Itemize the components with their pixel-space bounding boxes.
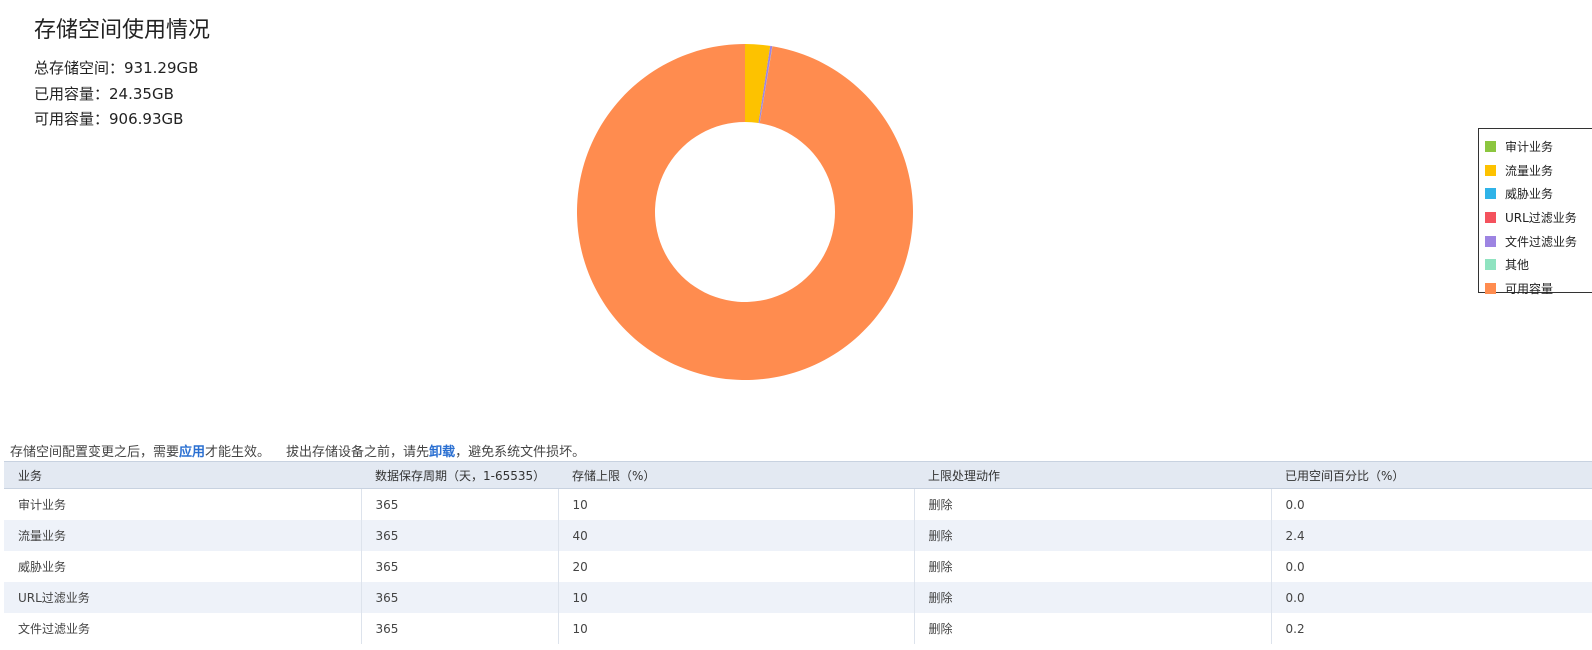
table-row[interactable]: URL过滤业务 365 10 删除 0.0	[4, 582, 1592, 613]
note-text: 存储空间配置变更之后，需要	[10, 445, 180, 460]
cell-service: URL过滤业务	[4, 582, 362, 613]
legend-label: 其他	[1505, 258, 1530, 273]
cell-service: 威胁业务	[4, 551, 362, 582]
table-row[interactable]: 审计业务 365 10 删除 0.0	[4, 488, 1592, 520]
table-row[interactable]: 流量业务 365 40 删除 2.4	[4, 520, 1592, 551]
cell-service: 文件过滤业务	[4, 613, 362, 644]
table-row[interactable]: 文件过滤业务 365 10 删除 0.2	[4, 613, 1592, 644]
cell-storage-limit[interactable]: 10	[558, 582, 915, 613]
cell-retention[interactable]: 365	[361, 613, 559, 644]
cell-service: 审计业务	[4, 488, 362, 520]
cell-retention[interactable]: 365	[361, 582, 559, 613]
config-note: 存储空间配置变更之后，需要应用才能生效。 拔出存储设备之前，请先卸载，避免系统文件…	[10, 441, 585, 460]
legend-swatch	[1485, 212, 1496, 224]
cell-limit-action[interactable]: 删除	[914, 551, 1272, 582]
legend-swatch	[1485, 188, 1496, 200]
column-header-storage-limit[interactable]: 存储上限（%）	[558, 461, 914, 489]
cell-limit-action[interactable]: 删除	[914, 613, 1272, 644]
chart-legend: 审计业务 流量业务 威胁业务 URL过滤业务 文件过滤业务 其他 可用容量	[1478, 128, 1592, 296]
column-header-retention[interactable]: 数据保存周期（天，1-65535）	[361, 461, 558, 489]
legend-swatch	[1485, 259, 1496, 271]
legend-item-audit[interactable]: 审计业务	[1479, 135, 1592, 159]
legend-label: URL过滤业务	[1505, 211, 1577, 226]
note-text: 拔出存储设备之前，请先	[286, 445, 430, 460]
cell-storage-limit[interactable]: 20	[558, 551, 915, 582]
cell-retention[interactable]: 365	[361, 551, 559, 582]
cell-used-percent: 2.4	[1271, 520, 1592, 551]
cell-retention[interactable]: 365	[361, 488, 559, 520]
legend-item-traffic[interactable]: 流量业务	[1479, 159, 1592, 183]
legend-swatch	[1485, 235, 1496, 247]
legend-label: 威胁业务	[1505, 187, 1554, 202]
legend-label: 可用容量	[1505, 281, 1554, 296]
legend-item-url-filter[interactable]: URL过滤业务	[1479, 206, 1592, 230]
column-header-service[interactable]: 业务	[4, 461, 361, 489]
cell-used-percent: 0.0	[1271, 582, 1592, 613]
legend-label: 流量业务	[1505, 163, 1554, 178]
cell-limit-action[interactable]: 删除	[914, 488, 1272, 520]
cell-used-percent: 0.2	[1285, 621, 1305, 636]
storage-config-table: 业务 数据保存周期（天，1-65535） 存储上限（%） 上限处理动作 已用空间…	[4, 461, 1592, 644]
cell-limit-action[interactable]: 删除	[914, 520, 1272, 551]
legend-label: 文件过滤业务	[1505, 234, 1578, 249]
legend-item-file-filter[interactable]: 文件过滤业务	[1479, 229, 1592, 253]
note-text: 才能生效。	[205, 445, 271, 460]
cell-storage-limit[interactable]: 10	[558, 613, 915, 644]
cell-limit-action[interactable]: 删除	[914, 582, 1272, 613]
legend-item-threat[interactable]: 威胁业务	[1479, 182, 1592, 206]
legend-item-free[interactable]: 可用容量	[1479, 277, 1592, 301]
cell-storage-limit[interactable]: 40	[558, 520, 915, 551]
apply-link[interactable]: 应用	[179, 445, 205, 460]
cell-used-percent: 0.0	[1285, 497, 1305, 512]
table-header-row: 业务 数据保存周期（天，1-65535） 存储上限（%） 上限处理动作 已用空间…	[4, 461, 1592, 489]
column-header-limit-action[interactable]: 上限处理动作	[914, 461, 1271, 489]
storage-donut-chart	[576, 44, 913, 380]
storage-page: 存储空间使用情况 总存储空间：931.29GB 已用容量：24.35GB 可用容…	[0, 0, 1592, 650]
cell-service: 流量业务	[4, 520, 362, 551]
note-text: ，避免系统文件损坏。	[455, 445, 586, 460]
legend-swatch	[1485, 282, 1496, 294]
column-header-used-percent[interactable]: 已用空间百分比（%）	[1271, 461, 1592, 489]
legend-swatch	[1485, 164, 1496, 176]
legend-label: 审计业务	[1505, 140, 1554, 155]
legend-swatch	[1485, 141, 1496, 153]
unmount-link[interactable]: 卸载	[429, 445, 455, 460]
cell-storage-limit[interactable]: 10	[558, 488, 915, 520]
cell-retention[interactable]: 365	[361, 520, 559, 551]
donut-slice[interactable]	[576, 44, 913, 380]
cell-used-percent: 0.0	[1285, 559, 1305, 574]
table-row[interactable]: 威胁业务 365 20 删除 0.0	[4, 551, 1592, 582]
legend-item-other[interactable]: 其他	[1479, 253, 1592, 277]
